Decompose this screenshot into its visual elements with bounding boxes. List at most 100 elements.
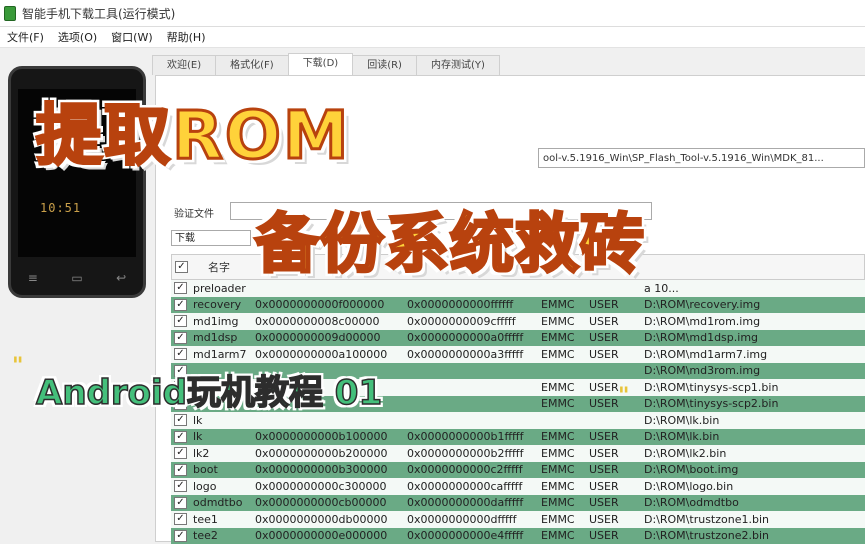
partition-name: odmdtbo (193, 496, 255, 509)
file-location: D:\ROM\recovery.img (644, 298, 865, 311)
row-checkbox[interactable]: ✓ (174, 299, 187, 311)
end-address: 0x0000000009cfffff (407, 315, 541, 328)
table-row[interactable]: ✓tee20x0000000000e0000000x0000000000e4ff… (171, 528, 865, 544)
table-row[interactable]: ✓md1arm70x0000000000a1000000x0000000000a… (171, 346, 865, 363)
menu-help[interactable]: 帮助(H) (160, 29, 213, 45)
begin-address: 0x0000000000db00000 (255, 513, 407, 526)
begin-address: 0x0000000000a100000 (255, 348, 407, 361)
region: USER (589, 480, 644, 493)
partition-name: tee2 (193, 529, 255, 542)
file-location: D:\ROM\odmdtbo (644, 496, 865, 509)
download-agent-path[interactable]: ool-v.5.1916_Win\SP_Flash_Tool-v.5.1916_… (538, 148, 865, 168)
region: USER (589, 496, 644, 509)
partition-name: logo (193, 480, 255, 493)
table-row[interactable]: ✓lk0x0000000000b1000000x0000000000b1ffff… (171, 429, 865, 446)
storage-type: EMMC (541, 463, 589, 476)
table-row[interactable]: ✓boot0x0000000000b3000000x0000000000c2ff… (171, 462, 865, 479)
tab-readback[interactable]: 回读(R) (352, 55, 417, 75)
row-checkbox[interactable]: ✓ (174, 348, 187, 360)
table-row[interactable]: ✓odmdtbo0x0000000000cb000000x0000000000d… (171, 495, 865, 512)
download-mode-select[interactable]: 下载 (171, 230, 251, 246)
phone-nav-buttons: ≡ ▭ ↩ (11, 271, 143, 285)
end-address: 0x0000000000dfffff (407, 513, 541, 526)
partition-name: preloader (193, 282, 255, 295)
storage-type: EMMC (541, 348, 589, 361)
row-checkbox[interactable]: ✓ (174, 480, 187, 492)
file-location: D:\ROM\boot.img (644, 463, 865, 476)
phone-time: 10:51 (40, 201, 81, 215)
storage-type: EMMC (541, 397, 589, 410)
row-checkbox[interactable]: ✓ (174, 315, 187, 327)
end-address: 0x0000000000a3fffff (407, 348, 541, 361)
table-row[interactable]: ✓ recovery0x0000000000f0000000x0000000000… (171, 297, 865, 314)
menu-options[interactable]: 选项(O) (51, 29, 104, 45)
row-checkbox[interactable]: ✓ (174, 431, 187, 443)
table-row[interactable]: ✓md1dsp0x0000000009d000000x0000000000a0f… (171, 330, 865, 347)
storage-type: EMMC (541, 381, 589, 394)
region: USER (589, 315, 644, 328)
partition-name: md1img (193, 315, 255, 328)
row-checkbox[interactable]: ✓ (174, 513, 187, 525)
select-all-checkbox[interactable]: ✓ (175, 261, 188, 273)
partition-name: boot (193, 463, 255, 476)
table-row[interactable]: ✓lk20x0000000000b2000000x0000000000b2fff… (171, 445, 865, 462)
decor-quote-right: " (618, 384, 629, 409)
end-address: 0x0000000000a0fffff (407, 331, 541, 344)
region: USER (589, 447, 644, 460)
begin-address: 0x0000000000b200000 (255, 447, 407, 460)
end-address: 0x0000000000b2fffff (407, 447, 541, 460)
menu-window[interactable]: 窗口(W) (104, 29, 159, 45)
storage-type: EMMC (541, 331, 589, 344)
begin-address: 0x0000000008c00000 (255, 315, 407, 328)
storage-type: EMMC (541, 529, 589, 542)
overlay-subtitle: 备份系统救砖 (255, 193, 645, 285)
region: USER (589, 513, 644, 526)
table-row[interactable]: ✓lkD:\ROM\lk.bin (171, 412, 865, 429)
begin-address: 0x0000000000f000000 (255, 298, 407, 311)
region: USER (589, 463, 644, 476)
file-location: a 10... (644, 282, 865, 295)
home-icon: ▭ (71, 271, 82, 285)
row-checkbox[interactable]: ✓ (174, 282, 187, 294)
begin-address: 0x0000000000c300000 (255, 480, 407, 493)
file-location: D:\ROM\logo.bin (644, 480, 865, 493)
overlay-series-label: Android玩机教程 01 (36, 365, 382, 414)
decor-quote-left: " (12, 354, 23, 379)
row-checkbox[interactable]: ✓ (174, 497, 187, 509)
storage-type: EMMC (541, 480, 589, 493)
tab-welcome[interactable]: 欢迎(E) (152, 55, 216, 75)
region: USER (589, 430, 644, 443)
partition-name: recovery (193, 298, 255, 311)
storage-type: EMMC (541, 447, 589, 460)
storage-type: EMMC (541, 496, 589, 509)
scatter-file-label: 验证文件 (174, 205, 214, 220)
tab-memory-test[interactable]: 内存测试(Y) (416, 55, 500, 75)
file-location: D:\ROM\trustzone1.bin (644, 513, 865, 526)
storage-type: EMMC (541, 298, 589, 311)
end-address: 0x0000000000ffffff (407, 298, 541, 311)
table-row[interactable]: ✓tee10x0000000000db000000x0000000000dfff… (171, 511, 865, 528)
region: USER (589, 529, 644, 542)
row-checkbox[interactable]: ✓ (174, 332, 187, 344)
row-checkbox[interactable]: ✓ (174, 464, 187, 476)
row-checkbox[interactable]: ✓ (174, 414, 187, 426)
partition-name: lk (193, 430, 255, 443)
app-icon (4, 6, 16, 21)
file-location: D:\ROM\tinysys-scp2.bin (644, 397, 865, 410)
end-address: 0x0000000000cafffff (407, 480, 541, 493)
end-address: 0x0000000000dafffff (407, 496, 541, 509)
file-location: D:\ROM\lk2.bin (644, 447, 865, 460)
overlay-title: 提取ROM (36, 82, 351, 178)
row-checkbox[interactable]: ✓ (174, 447, 187, 459)
file-location: D:\ROM\trustzone2.bin (644, 529, 865, 542)
table-row[interactable]: ✓ logo0x0000000000c3000000x0000000000caff… (171, 478, 865, 495)
table-row[interactable]: ✓ md1img0x0000000008c000000x0000000009cff… (171, 313, 865, 330)
file-location: D:\ROM\md1dsp.img (644, 331, 865, 344)
tab-download[interactable]: 下载(D) (288, 53, 354, 75)
begin-address: 0x0000000000b300000 (255, 463, 407, 476)
window-title: 智能手机下载工具(运行模式) (22, 5, 175, 22)
tab-format[interactable]: 格式化(F) (215, 55, 289, 75)
menu-file[interactable]: 文件(F) (0, 29, 51, 45)
region: USER (589, 397, 644, 410)
partition-name: lk (193, 414, 255, 427)
